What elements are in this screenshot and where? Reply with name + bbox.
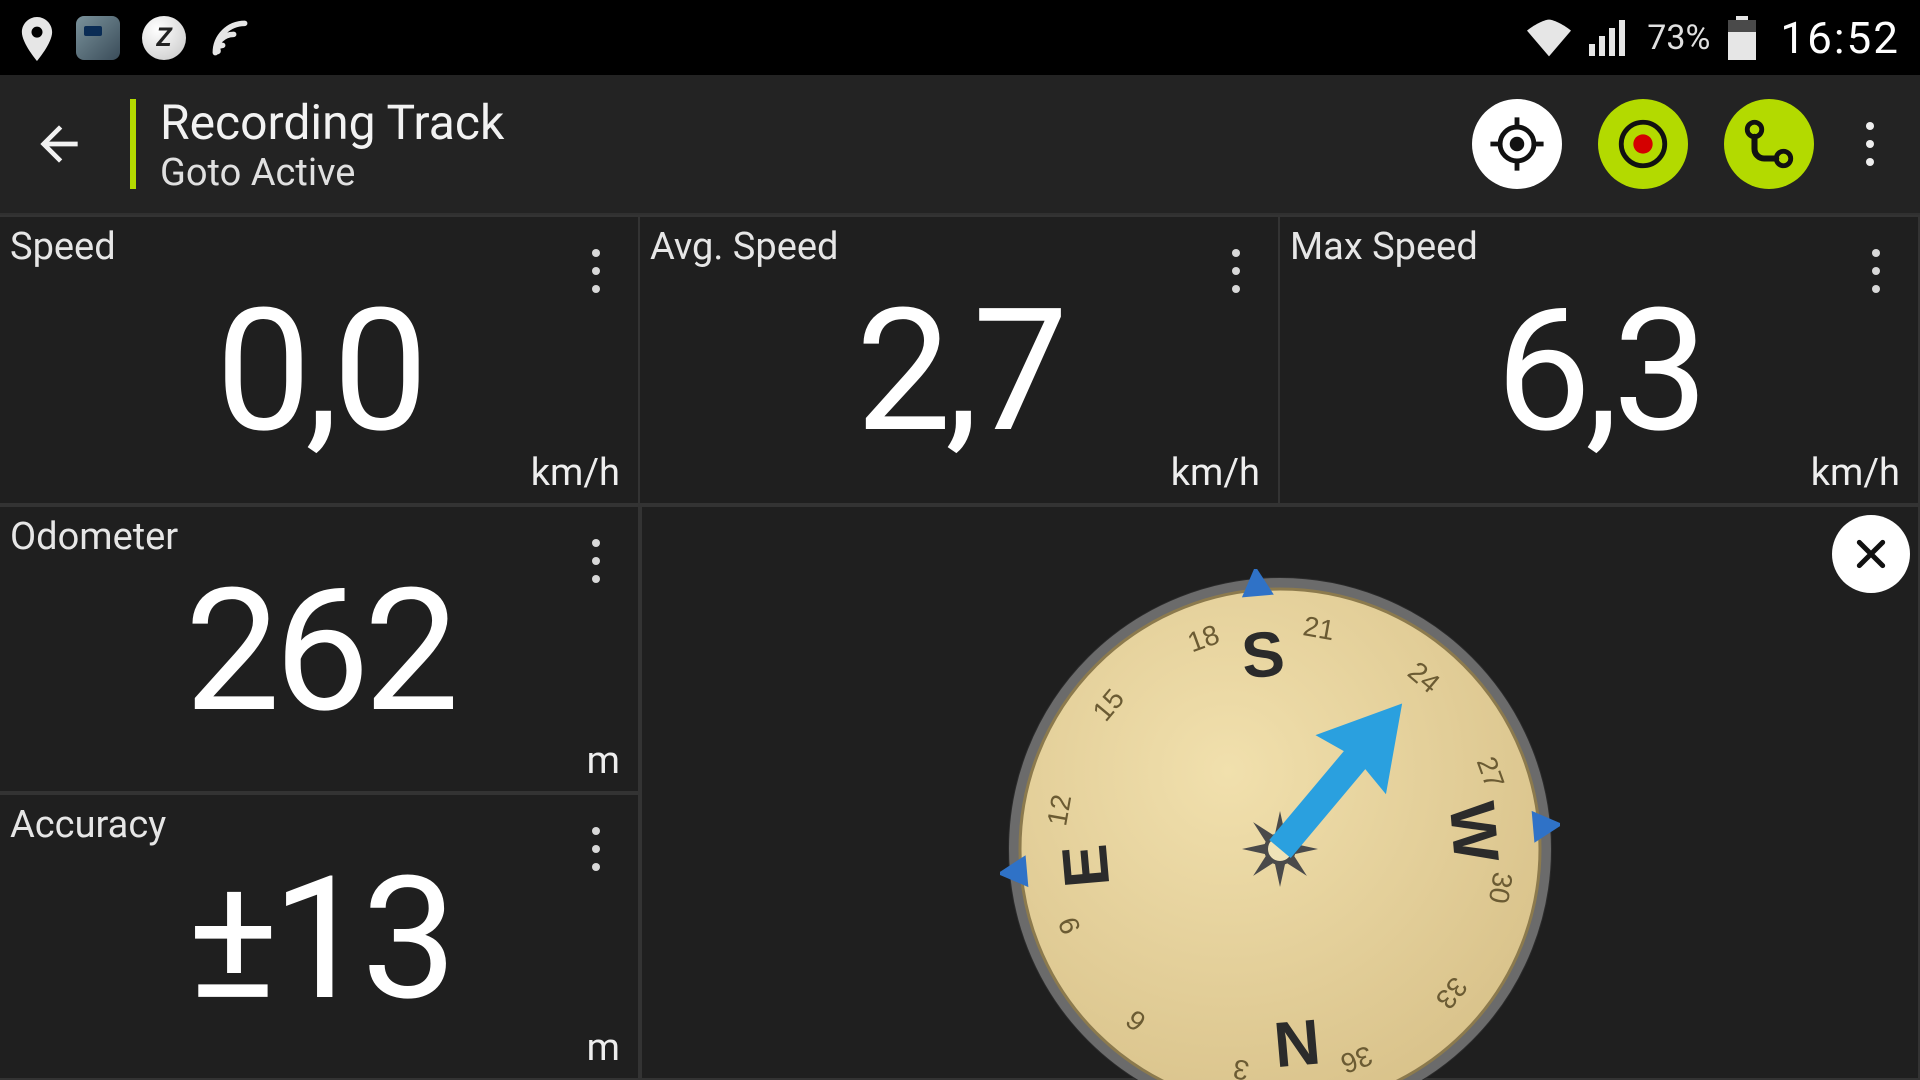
svg-text:E: E <box>1048 841 1123 890</box>
crosshair-icon <box>1488 115 1546 173</box>
record-icon <box>1614 115 1672 173</box>
svg-text:21: 21 <box>1301 610 1337 646</box>
lower-left-column: Odometer 262 m Accuracy ±13 m <box>0 505 640 1080</box>
card-unit: km/h <box>1171 451 1260 495</box>
location-pin-icon <box>20 17 54 59</box>
status-left: Z <box>20 16 252 60</box>
close-icon <box>1851 534 1891 574</box>
card-speed[interactable]: Speed 0,0 km/h <box>0 215 640 505</box>
broadcast-icon <box>208 16 252 60</box>
map-app-icon <box>76 16 120 60</box>
battery-icon <box>1728 16 1756 60</box>
svg-text:N: N <box>1271 1005 1323 1080</box>
lower-area: Odometer 262 m Accuracy ±13 m <box>0 505 1920 1080</box>
status-right: wifi 73% 16:52 <box>1527 12 1900 64</box>
page-subtitle: Goto Active <box>160 151 504 195</box>
cell-signal-icon <box>1589 20 1629 56</box>
card-max-speed[interactable]: Max Speed 6,3 km/h <box>1280 215 1920 505</box>
z-app-icon: Z <box>142 16 186 60</box>
card-label: Max Speed <box>1290 225 1478 269</box>
card-unit: m <box>587 739 620 783</box>
overflow-menu-button[interactable] <box>1850 109 1890 179</box>
close-compass-button[interactable] <box>1832 515 1910 593</box>
svg-text:W: W <box>1436 798 1513 865</box>
dot-icon <box>1866 122 1874 130</box>
screen: Z <box>0 0 1920 1080</box>
dot-icon <box>1866 158 1874 166</box>
card-value: 262 <box>0 551 638 751</box>
titles: Recording Track Goto Active <box>160 94 504 195</box>
battery-percent: 73% <box>1647 18 1710 58</box>
appbar-actions <box>1472 99 1896 189</box>
android-status-bar: Z <box>0 0 1920 75</box>
card-value: 2,7 <box>640 271 1278 471</box>
svg-text:S: S <box>1239 616 1288 691</box>
status-clock: 16:52 <box>1780 12 1900 64</box>
locate-button[interactable] <box>1472 99 1562 189</box>
app-bar: Recording Track Goto Active <box>0 75 1920 215</box>
accent-rule <box>130 99 136 189</box>
card-avg-speed[interactable]: Avg. Speed 2,7 km/h <box>640 215 1280 505</box>
card-accuracy[interactable]: Accuracy ±13 m <box>0 793 640 1080</box>
route-icon <box>1740 115 1798 173</box>
back-button[interactable] <box>24 109 94 179</box>
card-label: Speed <box>10 225 116 269</box>
svg-text:30: 30 <box>1483 869 1519 905</box>
card-value: 0,0 <box>0 271 638 471</box>
compass-face-icon: 369121518212427303336NESW <box>1000 569 1560 1080</box>
metrics-row: Speed 0,0 km/h Avg. Speed 2,7 km/h Max S… <box>0 215 1920 505</box>
card-unit: m <box>587 1026 620 1070</box>
wifi-icon: wifi <box>1527 19 1571 57</box>
card-label: Avg. Speed <box>650 225 838 269</box>
compass-panel: 369121518212427303336NESW <box>640 505 1920 1080</box>
dot-icon <box>1866 140 1874 148</box>
card-unit: km/h <box>1811 451 1900 495</box>
route-button[interactable] <box>1724 99 1814 189</box>
record-button[interactable] <box>1598 99 1688 189</box>
card-unit: km/h <box>531 451 620 495</box>
page-title: Recording Track <box>160 94 504 151</box>
card-value: 6,3 <box>1280 271 1918 471</box>
compass[interactable]: 369121518212427303336NESW <box>1000 569 1560 1080</box>
card-odometer[interactable]: Odometer 262 m <box>0 505 640 793</box>
arrow-left-icon <box>31 116 87 172</box>
svg-text:12: 12 <box>1041 792 1077 828</box>
card-value: ±13 <box>0 839 638 1039</box>
